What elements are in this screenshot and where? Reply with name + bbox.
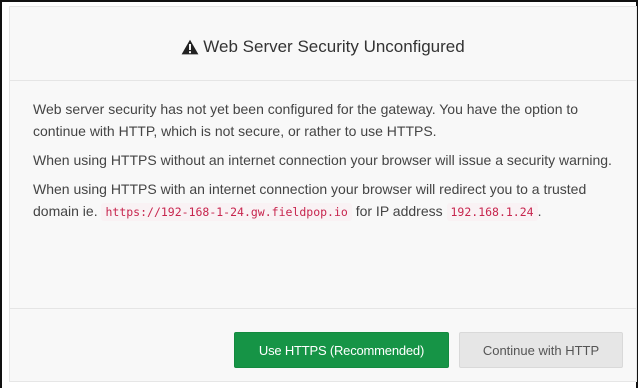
ip-address-label: for IP address xyxy=(355,203,443,219)
dialog-footer: Use HTTPS (Recommended) Continue with HT… xyxy=(10,308,636,382)
ip-address-value: 192.168.1.24 xyxy=(446,203,538,221)
trusted-domain-paragraph: When using HTTPS with an internet connec… xyxy=(33,178,623,223)
dialog-title: Web Server Security Unconfigured xyxy=(203,36,465,56)
use-https-button[interactable]: Use HTTPS (Recommended) xyxy=(234,332,449,368)
dialog-title-group: Web Server Security Unconfigured xyxy=(181,36,465,57)
security-dialog: Web Server Security Unconfigured Web ser… xyxy=(9,6,637,382)
warning-triangle-icon xyxy=(181,39,199,55)
no-internet-warning-paragraph: When using HTTPS without an internet con… xyxy=(33,152,612,168)
http-option-paragraph: Web server security has not yet been con… xyxy=(33,101,579,139)
trusted-domain-url: https://192-168-1-24.gw.fieldpop.io xyxy=(101,203,352,221)
dialog-body: Web server security has not yet been con… xyxy=(33,98,623,230)
continue-with-http-button[interactable]: Continue with HTTP xyxy=(459,332,623,368)
dialog-header: Web Server Security Unconfigured xyxy=(10,7,636,81)
sentence-period: . xyxy=(537,203,542,219)
